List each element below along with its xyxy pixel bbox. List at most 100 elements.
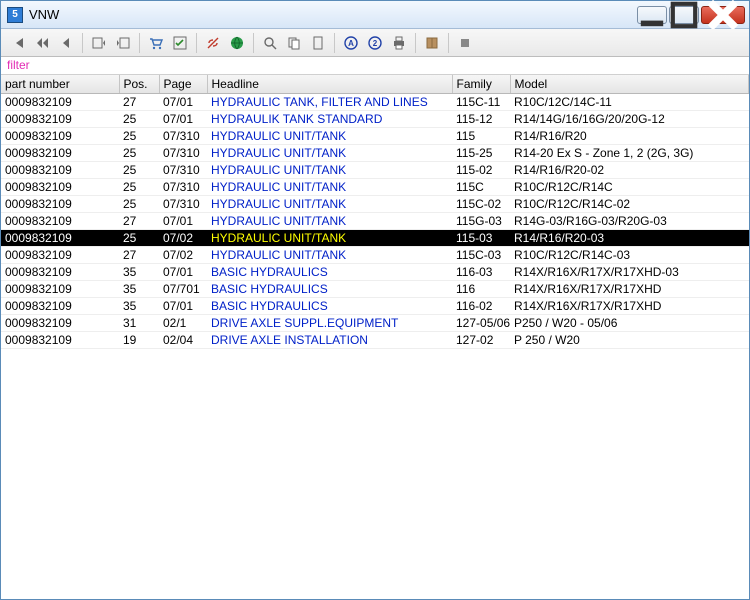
cell-model: R14X/R16X/R17X/R17XHD-03: [510, 264, 749, 281]
col-family[interactable]: Family: [452, 75, 510, 94]
cell-pos: 25: [119, 145, 159, 162]
cell-headline[interactable]: DRIVE AXLE SUPPL.EQUIPMENT: [207, 315, 452, 332]
zoom-icon[interactable]: [259, 32, 281, 54]
cell-pos: 19: [119, 332, 159, 349]
col-headline[interactable]: Headline: [207, 75, 452, 94]
table-row[interactable]: 00098321093102/1DRIVE AXLE SUPPL.EQUIPME…: [1, 315, 749, 332]
table-row[interactable]: 00098321092507/310HYDRAULIC UNIT/TANK115…: [1, 196, 749, 213]
table-row[interactable]: 00098321092507/310HYDRAULIC UNIT/TANK115…: [1, 179, 749, 196]
marker-2-icon[interactable]: 2: [364, 32, 386, 54]
prev-icon[interactable]: [55, 32, 77, 54]
table-row[interactable]: 00098321092507/02HYDRAULIC UNIT/TANK115-…: [1, 230, 749, 247]
cell-family: 115-12: [452, 111, 510, 128]
maximize-button[interactable]: [669, 6, 699, 24]
cell-pos: 27: [119, 247, 159, 264]
copy-icon[interactable]: [283, 32, 305, 54]
toolbar-separator: [82, 33, 83, 53]
cell-family: 116: [452, 281, 510, 298]
cell-model: R10C/12C/14C-11: [510, 94, 749, 111]
table-row[interactable]: 00098321092507/310HYDRAULIC UNIT/TANK115…: [1, 128, 749, 145]
table-row[interactable]: 00098321093507/01BASIC HYDRAULICS116-02R…: [1, 298, 749, 315]
cell-family: 115C-11: [452, 94, 510, 111]
results-grid[interactable]: part number Pos. Page Headline Family Mo…: [1, 74, 749, 599]
app-icon: 5: [7, 7, 23, 23]
cell-pos: 27: [119, 94, 159, 111]
cell-pos: 25: [119, 162, 159, 179]
cell-pos: 31: [119, 315, 159, 332]
cell-family: 115G-03: [452, 213, 510, 230]
cell-page: 07/701: [159, 281, 207, 298]
cell-pos: 35: [119, 298, 159, 315]
cell-headline[interactable]: DRIVE AXLE INSTALLATION: [207, 332, 452, 349]
cell-page: 07/01: [159, 264, 207, 281]
cell-model: P250 / W20 - 05/06: [510, 315, 749, 332]
cell-family: 127-02: [452, 332, 510, 349]
close-button[interactable]: [701, 6, 745, 24]
cell-headline[interactable]: HYDRAULIC UNIT/TANK: [207, 145, 452, 162]
no-link-icon[interactable]: [202, 32, 224, 54]
cell-part: 0009832109: [1, 162, 119, 179]
column-headers[interactable]: part number Pos. Page Headline Family Mo…: [1, 75, 749, 94]
cell-pos: 25: [119, 111, 159, 128]
svg-text:2: 2: [373, 39, 378, 48]
cell-family: 115-02: [452, 162, 510, 179]
table-row[interactable]: 00098321092507/01HYDRAULIK TANK STANDARD…: [1, 111, 749, 128]
cell-headline[interactable]: HYDRAULIC UNIT/TANK: [207, 162, 452, 179]
table-row[interactable]: 00098321091902/04DRIVE AXLE INSTALLATION…: [1, 332, 749, 349]
first-icon[interactable]: [7, 32, 29, 54]
table-row[interactable]: 00098321092707/01HYDRAULIC TANK, FILTER …: [1, 94, 749, 111]
cell-headline[interactable]: HYDRAULIC UNIT/TANK: [207, 213, 452, 230]
cell-headline[interactable]: HYDRAULIC UNIT/TANK: [207, 179, 452, 196]
cell-model: R10C/R12C/R14C: [510, 179, 749, 196]
window-buttons: [637, 6, 745, 24]
checklist-icon[interactable]: [169, 32, 191, 54]
cell-headline[interactable]: HYDRAULIC TANK, FILTER AND LINES: [207, 94, 452, 111]
cell-part: 0009832109: [1, 213, 119, 230]
headline-link: HYDRAULIC UNIT/TANK: [211, 129, 346, 143]
cell-headline[interactable]: BASIC HYDRAULICS: [207, 264, 452, 281]
cell-headline[interactable]: HYDRAULIC UNIT/TANK: [207, 247, 452, 264]
headline-link: DRIVE AXLE INSTALLATION: [211, 333, 368, 347]
card-prev-icon[interactable]: [88, 32, 110, 54]
print-icon[interactable]: [388, 32, 410, 54]
cell-headline[interactable]: HYDRAULIC UNIT/TANK: [207, 230, 452, 247]
cell-headline[interactable]: HYDRAULIC UNIT/TANK: [207, 128, 452, 145]
stop-icon[interactable]: [454, 32, 476, 54]
marker-a-icon[interactable]: A: [340, 32, 362, 54]
cell-part: 0009832109: [1, 145, 119, 162]
col-part-number[interactable]: part number: [1, 75, 119, 94]
globe-icon[interactable]: [226, 32, 248, 54]
cell-headline[interactable]: BASIC HYDRAULICS: [207, 298, 452, 315]
cell-headline[interactable]: BASIC HYDRAULICS: [207, 281, 452, 298]
table-row[interactable]: 00098321092707/01HYDRAULIC UNIT/TANK115G…: [1, 213, 749, 230]
cell-page: 07/02: [159, 230, 207, 247]
col-model[interactable]: Model: [510, 75, 749, 94]
minimize-button[interactable]: [637, 6, 667, 24]
cell-page: 07/310: [159, 145, 207, 162]
card-next-icon[interactable]: [112, 32, 134, 54]
cell-model: R14/R16/R20: [510, 128, 749, 145]
cell-pos: 25: [119, 179, 159, 196]
document-icon[interactable]: [307, 32, 329, 54]
toolbar-separator: [448, 33, 449, 53]
col-page[interactable]: Page: [159, 75, 207, 94]
table-row[interactable]: 00098321093507/01BASIC HYDRAULICS116-03R…: [1, 264, 749, 281]
fast-prev-icon[interactable]: [31, 32, 53, 54]
cell-headline[interactable]: HYDRAULIK TANK STANDARD: [207, 111, 452, 128]
cell-part: 0009832109: [1, 315, 119, 332]
table-row[interactable]: 00098321092707/02HYDRAULIC UNIT/TANK115C…: [1, 247, 749, 264]
cell-page: 02/04: [159, 332, 207, 349]
cell-part: 0009832109: [1, 179, 119, 196]
table-row[interactable]: 00098321092507/310HYDRAULIC UNIT/TANK115…: [1, 145, 749, 162]
headline-link: HYDRAULIC UNIT/TANK: [211, 248, 346, 262]
cell-family: 116-03: [452, 264, 510, 281]
cell-model: R14-20 Ex S - Zone 1, 2 (2G, 3G): [510, 145, 749, 162]
book-icon[interactable]: [421, 32, 443, 54]
cell-page: 07/310: [159, 162, 207, 179]
table-row[interactable]: 00098321093507/701BASIC HYDRAULICS116R14…: [1, 281, 749, 298]
cart-icon[interactable]: [145, 32, 167, 54]
cell-part: 0009832109: [1, 111, 119, 128]
cell-headline[interactable]: HYDRAULIC UNIT/TANK: [207, 196, 452, 213]
col-pos[interactable]: Pos.: [119, 75, 159, 94]
table-row[interactable]: 00098321092507/310HYDRAULIC UNIT/TANK115…: [1, 162, 749, 179]
